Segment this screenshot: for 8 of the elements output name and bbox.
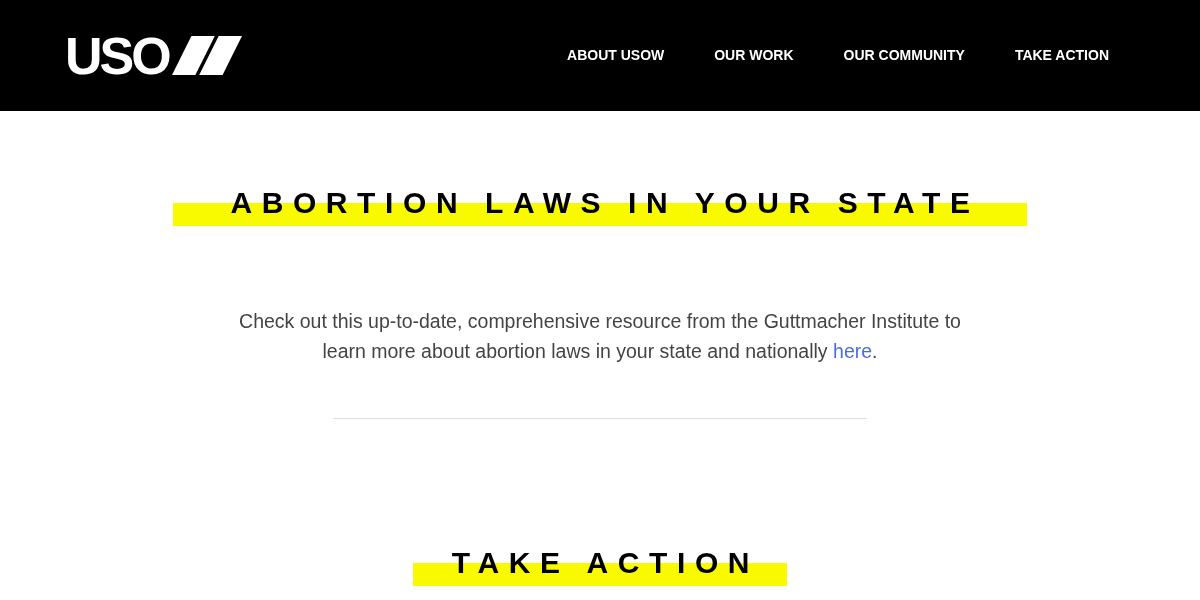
resource-link[interactable]: here	[833, 340, 873, 362]
nav-link[interactable]: OUR WORK	[714, 45, 794, 66]
section-paragraph: Check out this up-to-date, comprehensive resource from the Guttmacher Institute to learn more about abortion laws in your state and nationally here.	[238, 309, 962, 364]
double-slash-icon	[171, 36, 242, 75]
logo-link[interactable]: USO	[65, 35, 242, 76]
nav-link[interactable]: TAKE ACTION	[1014, 45, 1109, 66]
nav-link[interactable]: OUR COMMUNITY	[843, 45, 965, 66]
nav-link[interactable]: ABOUT USOW	[567, 45, 665, 66]
